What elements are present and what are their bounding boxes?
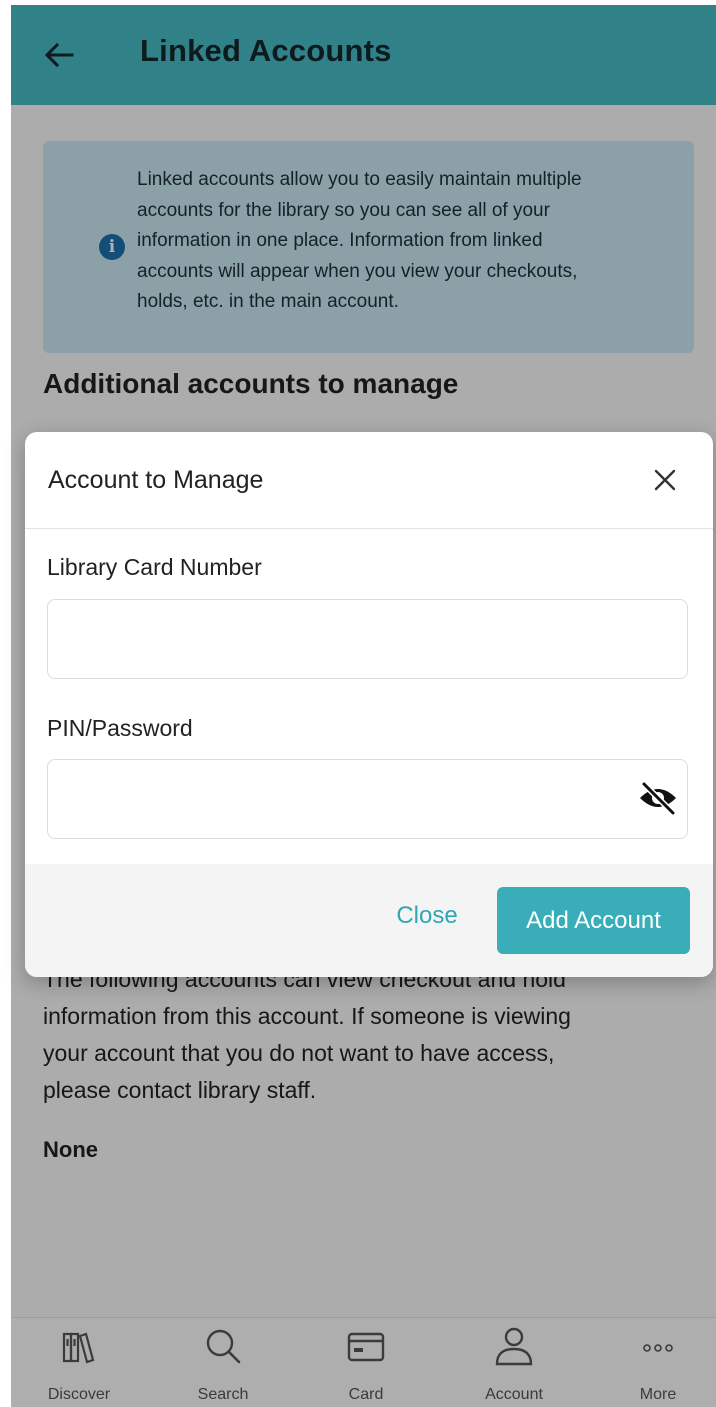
card-number-input[interactable] <box>47 599 688 679</box>
modal-title: Account to Manage <box>48 466 264 494</box>
modal-close-button[interactable] <box>649 464 681 496</box>
card-number-label: Library Card Number <box>47 554 262 580</box>
close-button[interactable]: Close <box>377 884 477 948</box>
toggle-password-visibility[interactable] <box>637 781 679 816</box>
modal-header: Account to Manage <box>25 432 713 529</box>
pin-label: PIN/Password <box>47 715 193 741</box>
pin-input[interactable] <box>47 759 688 839</box>
eye-slash-icon <box>640 781 676 816</box>
close-icon <box>654 469 676 491</box>
add-account-button[interactable]: Add Account <box>497 887 690 954</box>
account-modal: Account to Manage Library Card Number PI… <box>25 432 713 977</box>
